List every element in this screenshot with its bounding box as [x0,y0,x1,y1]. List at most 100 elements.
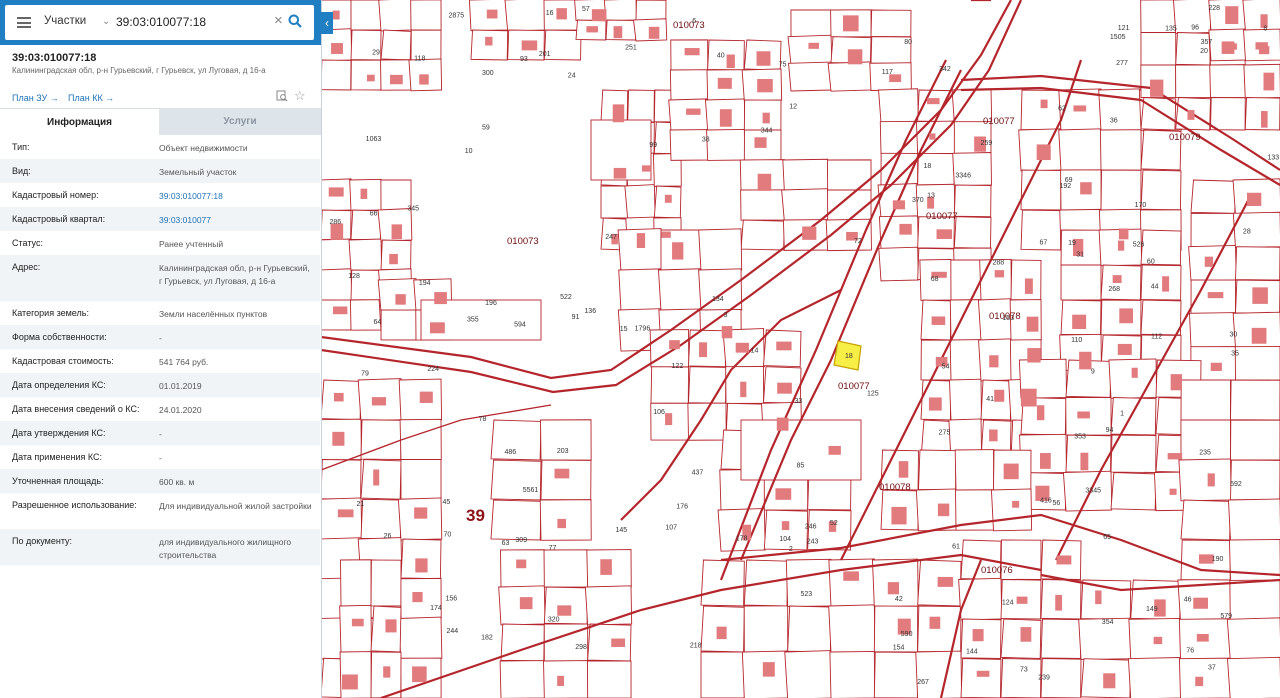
parcel[interactable] [827,61,873,92]
search-input[interactable] [116,13,276,31]
parcel[interactable] [826,159,872,191]
parcel[interactable] [1060,264,1102,301]
parcel[interactable] [543,549,589,588]
parcel[interactable] [321,459,362,500]
star-icon[interactable]: ☆ [294,88,306,103]
parcel[interactable] [1190,212,1236,248]
parcel[interactable] [490,499,542,541]
clear-icon[interactable]: × [274,12,283,29]
parcel[interactable] [787,34,833,65]
parcel[interactable] [1189,312,1237,348]
parcel[interactable] [706,129,746,161]
parcel[interactable] [915,488,958,532]
tab-services[interactable]: Услуги [159,108,321,135]
tab-information[interactable]: Информация [0,108,159,136]
parcel[interactable] [603,0,637,22]
parcel[interactable] [321,59,352,91]
parcel[interactable] [1209,64,1246,99]
parcel[interactable] [700,651,745,698]
parcel[interactable] [1226,617,1280,661]
parcel[interactable] [787,605,832,653]
parcel[interactable] [669,129,709,161]
parcel[interactable] [782,158,829,192]
plan-kk-link[interactable]: План КК → [68,93,114,103]
parcel[interactable] [587,660,632,698]
parcel[interactable] [950,259,982,301]
parcel[interactable] [627,89,655,123]
parcel[interactable] [1065,434,1112,473]
parcel[interactable] [918,449,957,491]
parcel[interactable] [1227,498,1280,542]
parcel[interactable] [785,558,832,608]
parcel[interactable] [500,549,545,588]
parcel[interactable] [360,459,402,500]
chevron-down-icon[interactable]: ⌄ [102,16,110,27]
parcel[interactable] [490,459,542,501]
cadastral-map[interactable]: 1 2 3 6 8 9 10 12 13 14 15 16 18 19 20 21 24 26 28 29 30 31 33… [321,0,1280,698]
parcel[interactable] [618,268,663,312]
parcel[interactable] [828,604,876,654]
parcel[interactable] [397,497,443,541]
parcel[interactable] [740,419,862,481]
parcel[interactable] [543,660,589,698]
parcel[interactable] [400,459,442,500]
parcel[interactable] [688,366,727,404]
parcel[interactable] [380,309,417,341]
locate-on-map-icon[interactable] [276,90,288,102]
parcel[interactable] [1099,129,1142,171]
parcel[interactable] [870,9,912,38]
parcel[interactable] [743,605,789,653]
parcel[interactable] [1110,397,1157,436]
parcel[interactable] [350,59,382,91]
parcel[interactable] [1140,299,1182,336]
parcel[interactable] [700,559,745,607]
parcel[interactable] [1020,89,1062,131]
parcel[interactable] [1140,169,1182,211]
parcel[interactable] [350,0,382,31]
parcel[interactable] [878,246,919,282]
parcel[interactable] [1178,458,1232,502]
parcel[interactable] [790,9,832,38]
parcel[interactable] [954,449,995,491]
parcel[interactable] [1235,246,1280,281]
parcel[interactable] [1243,63,1280,99]
info-value-link[interactable]: 39:03:010077:18 [159,190,314,203]
parcel[interactable] [1178,657,1232,698]
parcel[interactable] [1058,128,1103,172]
parcel[interactable] [321,238,353,272]
collapse-panel-icon[interactable]: ‹ [321,12,333,34]
parcel[interactable] [784,650,833,698]
parcel[interactable] [948,378,982,422]
parcel[interactable] [658,268,703,312]
parcel[interactable] [878,88,919,124]
parcel[interactable] [698,228,743,272]
parcel[interactable] [873,651,919,698]
parcel[interactable] [1210,97,1246,131]
parcel[interactable] [378,0,413,32]
info-value-link[interactable]: 39:03:010077 [159,214,314,227]
parcel[interactable] [360,498,402,540]
parcel[interactable] [370,559,402,607]
parcel[interactable] [1140,32,1177,66]
parcel[interactable] [1230,379,1280,421]
parcel[interactable] [1180,499,1231,541]
parcel[interactable] [540,459,592,501]
parcel[interactable] [1127,657,1182,698]
parcel[interactable] [827,189,872,221]
parcel[interactable] [1000,658,1042,698]
parcel[interactable] [504,0,546,32]
parcel[interactable] [380,29,412,61]
parcel[interactable] [624,184,656,220]
parcel[interactable] [717,508,766,552]
parcel[interactable] [1040,618,1082,659]
parcel[interactable] [600,185,629,219]
parcel[interactable] [499,660,546,698]
parcel[interactable] [584,585,633,626]
parcel[interactable] [952,152,992,187]
hamburger-menu-icon[interactable] [17,17,31,28]
parcel[interactable] [1110,472,1157,511]
parcel[interactable] [917,605,962,653]
object-type-select[interactable]: Участки [44,15,86,27]
parcel[interactable] [339,604,372,653]
parcel[interactable] [788,61,833,92]
